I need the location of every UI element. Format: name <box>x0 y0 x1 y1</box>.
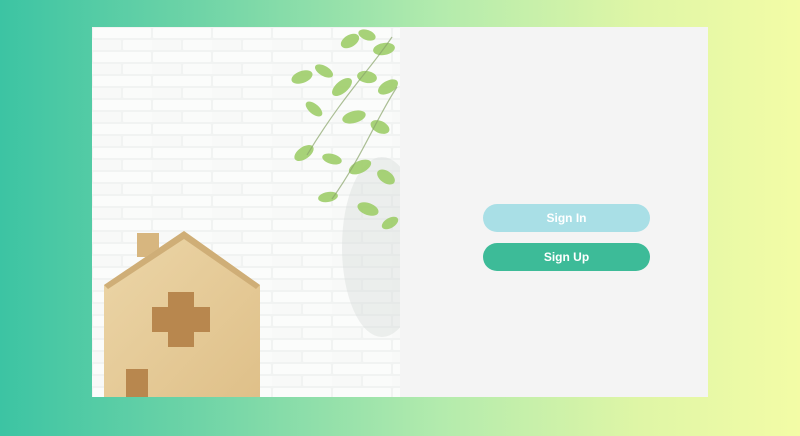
auth-panel: Sign In Sign Up <box>400 27 708 397</box>
hero-image <box>92 27 400 397</box>
sign-in-button[interactable]: Sign In <box>483 204 650 232</box>
auth-card: Sign In Sign Up <box>92 27 708 397</box>
sign-up-button[interactable]: Sign Up <box>483 243 650 271</box>
